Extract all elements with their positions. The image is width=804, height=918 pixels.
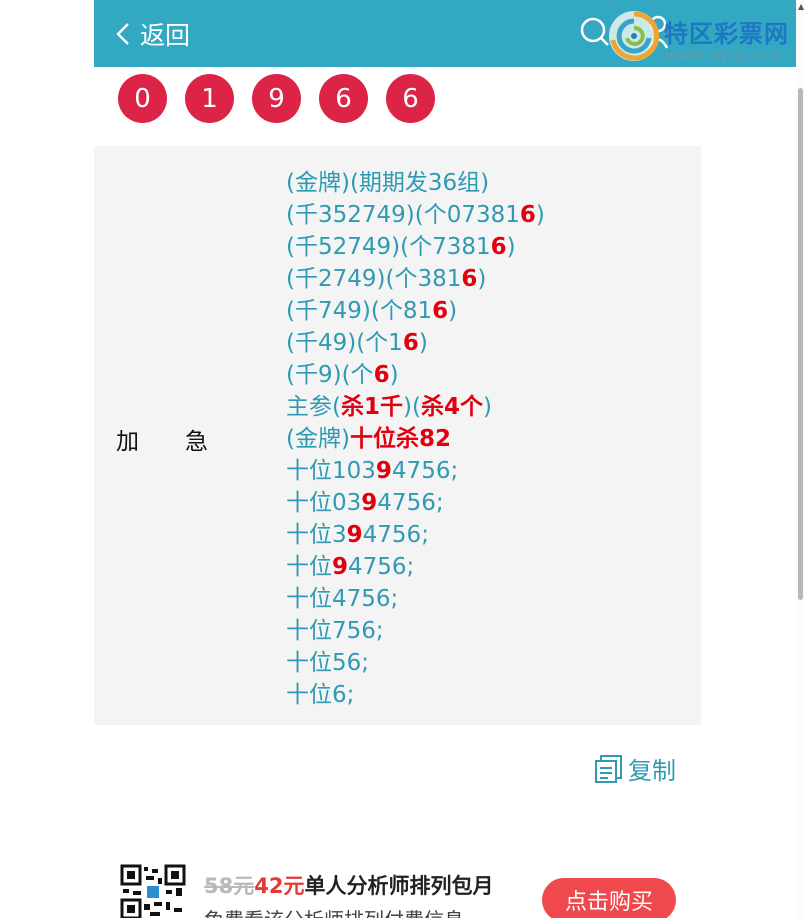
number-ball: 6 [386, 74, 435, 123]
prediction-line: 十位756; [286, 615, 545, 647]
prediction-line: (千352749)(个073816) [286, 199, 545, 231]
prediction-line: 十位56; [286, 647, 545, 679]
text-segment: (千749)(个81 [286, 298, 433, 324]
text-segment: 十位 [286, 554, 332, 580]
prediction-line: (千749)(个816) [286, 295, 545, 327]
promo-title: 单人分析师排列包月 [304, 874, 494, 898]
text-segment: 十位103 [286, 458, 376, 484]
chevron-left-icon [116, 23, 129, 45]
prediction-panel: 加 急 (金牌)(期期发36组) (千352749)(个073816) (千5274… [94, 146, 701, 725]
text-segment: (千352749)(个07381 [286, 202, 520, 228]
promo-banner: 58元42元单人分析师排列包月 免费看该分析师排列付费信息 点击购买 [120, 862, 800, 918]
highlight-segment: 杀4个 [420, 394, 483, 420]
new-price: 42元 [254, 874, 305, 898]
highlight-segment: 9 [332, 554, 349, 580]
prediction-line: (金牌)十位杀82 [286, 423, 545, 455]
logo-url: www.tqcp.net [664, 46, 781, 64]
highlight-segment: 6 [402, 330, 419, 356]
number-ball: 1 [185, 74, 234, 123]
text-segment: (千2749)(个381 [286, 266, 462, 292]
text-segment: (千49)(个1 [286, 330, 403, 356]
prediction-line: (千2749)(个3816) [286, 263, 545, 295]
promo-subtitle: 免费看该分析师排列付费信息 [204, 904, 464, 918]
highlight-segment: 杀1千 [340, 394, 403, 420]
highlight-segment: 6 [490, 234, 507, 260]
prediction-line: 十位6; [286, 679, 545, 711]
back-label: 返回 [140, 21, 191, 50]
prediction-lines: (金牌)(期期发36组) (千352749)(个073816) (千52749)(个… [286, 167, 545, 711]
text-segment: (金牌)(期期发36组) [286, 170, 490, 196]
text-segment: ) [477, 266, 487, 292]
copy-button[interactable]: 复制 [594, 751, 676, 786]
text-segment: 4756; [391, 458, 459, 484]
prediction-line: (千49)(个16) [286, 327, 545, 359]
number-ball: 9 [252, 74, 301, 123]
site-logo: 特区彩票网 www.tqcp.net [606, 6, 802, 66]
prediction-line: 十位10394756; [286, 455, 545, 487]
highlight-segment: 6 [519, 202, 536, 228]
prediction-line: 主参(杀1千)(杀4个) [286, 391, 545, 423]
text-segment: 十位56; [286, 650, 370, 676]
scroll-up-arrow-icon[interactable]: ▲ [798, 2, 804, 11]
prediction-line: (金牌)(期期发36组) [286, 167, 545, 199]
prediction-line: 十位94756; [286, 551, 545, 583]
highlight-segment: 6 [461, 266, 478, 292]
buy-button[interactable]: 点击购买 [542, 878, 676, 918]
prediction-line: (千52749)(个73816) [286, 231, 545, 263]
prediction-line: 十位4756; [286, 583, 545, 615]
copy-label: 复制 [628, 757, 676, 785]
qr-code-icon [120, 864, 186, 918]
old-price: 58元 [204, 874, 255, 898]
text-segment: ) [418, 330, 428, 356]
text-segment: 4756; [362, 522, 429, 548]
text-segment: ) [535, 202, 545, 228]
text-segment: 十位4756; [286, 586, 399, 612]
panel-label: 加 急 [116, 422, 208, 456]
text-segment: ) [389, 362, 399, 388]
back-button[interactable]: 返回 [116, 14, 190, 54]
text-segment: ) [482, 394, 492, 420]
text-segment: 主参( [286, 394, 341, 420]
number-ball: 6 [319, 74, 368, 123]
panel-label-part2: 急 [185, 429, 208, 455]
panel-label-part1: 加 [116, 429, 139, 455]
logo-swirl-icon [609, 11, 660, 61]
text-segment: )( [403, 394, 421, 420]
copy-icon [595, 754, 622, 783]
prediction-line: 十位394756; [286, 519, 545, 551]
text-segment: (千9)(个 [286, 362, 374, 388]
text-segment: ) [506, 234, 516, 260]
text-segment: 十位6; [286, 682, 355, 708]
highlight-segment: 9 [361, 490, 378, 516]
highlight-segment: 9 [375, 458, 392, 484]
number-ball: 0 [118, 74, 167, 123]
number-balls: 0 1 9 6 6 [118, 74, 435, 123]
text-segment: 十位756; [286, 618, 384, 644]
text-segment: (金牌) [286, 426, 350, 452]
promo-headline: 58元42元单人分析师排列包月 [204, 870, 493, 900]
highlight-segment: 6 [373, 362, 390, 388]
highlight-segment: 6 [432, 298, 449, 324]
prediction-line: 十位0394756; [286, 487, 545, 519]
highlight-segment: 十位杀82 [349, 426, 451, 452]
highlight-segment: 9 [346, 522, 363, 548]
logo-name: 特区彩票网 [664, 20, 789, 48]
text-segment: 十位3 [286, 522, 347, 548]
text-segment: 4756; [377, 490, 444, 516]
text-segment: 十位03 [286, 490, 362, 516]
text-segment: (千52749)(个7381 [286, 234, 491, 260]
text-segment: 4756; [348, 554, 415, 580]
scrollbar-thumb[interactable] [798, 88, 803, 600]
text-segment: ) [448, 298, 458, 324]
prediction-line: (千9)(个6) [286, 359, 545, 391]
